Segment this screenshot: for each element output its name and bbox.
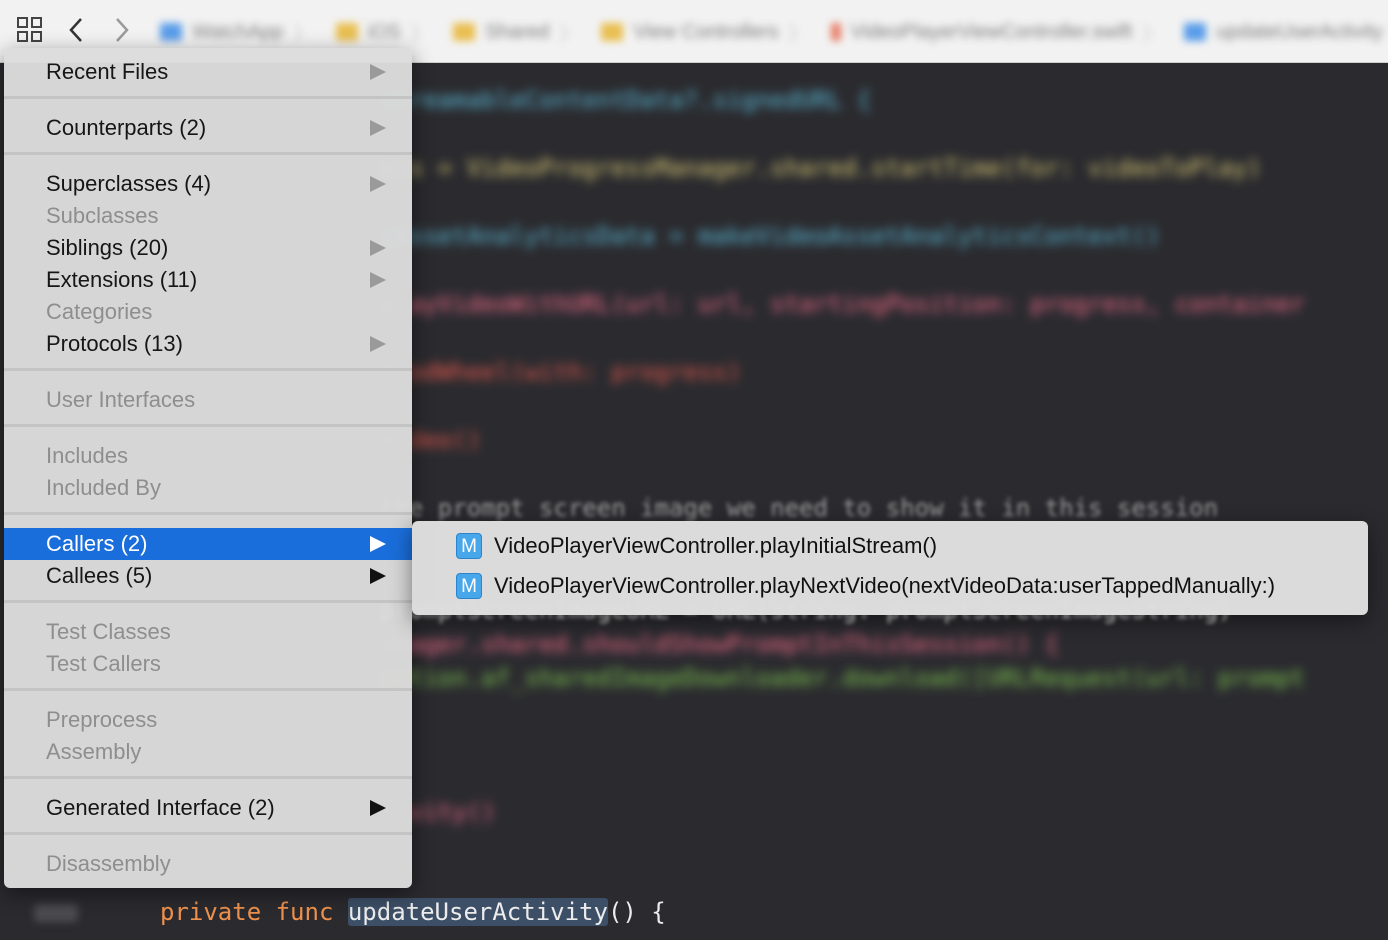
- menu-separator: [4, 832, 412, 835]
- breadcrumb: WatchApp 〉 iOS 〉 Shared 〉 View Controllers 〉…: [160, 18, 1388, 46]
- menu-item-callers[interactable]: Callers (2): [4, 528, 412, 560]
- menu-item-recent-files[interactable]: Recent Files: [4, 56, 412, 88]
- menu-item-categories: Categories: [46, 299, 153, 324]
- submenu-arrow-icon: [370, 64, 386, 80]
- submenu-arrow-icon: [370, 176, 386, 192]
- swift-file-icon: [830, 23, 841, 41]
- menu-item-subclasses: Subclasses: [46, 203, 159, 228]
- code-line: anager.shared.shouldShowPromptInThisSess…: [380, 630, 1060, 658]
- code-line: ess = VideoProgressManager.shared.startT…: [380, 154, 1262, 182]
- menu-separator: [4, 776, 412, 779]
- method-icon: M: [456, 573, 482, 599]
- project-icon: [160, 23, 182, 41]
- caller-item-label: VideoPlayerViewController.playInitialStr…: [494, 533, 938, 558]
- code-line: playVideoWithURL(url: url, startingPosit…: [380, 290, 1305, 318]
- menu-separator: [4, 688, 412, 691]
- related-items-menu: Recent Files Counterparts (2) Superclass…: [4, 48, 412, 888]
- menu-item-disassembly: Disassembly: [46, 851, 171, 876]
- breadcrumb-group-view-controllers[interactable]: View Controllers 〉: [601, 18, 809, 47]
- code-line-function-declaration: private func updateUserActivity() {: [160, 898, 666, 926]
- method-icon: M: [456, 533, 482, 559]
- callers-submenu: M VideoPlayerViewController.playInitialS…: [412, 521, 1368, 615]
- submenu-arrow-icon: [370, 536, 386, 552]
- submenu-arrow-icon: [370, 272, 386, 288]
- method-icon: [1184, 23, 1207, 41]
- related-items-icon[interactable]: [16, 16, 44, 44]
- menu-item-extensions[interactable]: Extensions (11): [4, 264, 412, 296]
- menu-item-user-interfaces: User Interfaces: [46, 387, 196, 412]
- folder-icon: [601, 23, 624, 41]
- code-line: yAssetAnalyticsData = makeVideoAssetAnal…: [380, 222, 1161, 250]
- folder-icon: [335, 23, 358, 41]
- menu-item-protocols[interactable]: Protocols (13): [4, 328, 412, 360]
- menu-item-generated-interface[interactable]: Generated Interface (2): [4, 792, 412, 824]
- menu-item-assembly: Assembly: [46, 739, 142, 764]
- submenu-arrow-icon: [370, 120, 386, 136]
- menu-separator: [4, 424, 412, 427]
- caller-item-label: VideoPlayerViewController.playNextVideo(…: [494, 573, 1276, 598]
- breadcrumb-file[interactable]: VideoPlayerViewController.swift 〉: [830, 18, 1162, 47]
- menu-item-superclasses[interactable]: Superclasses (4): [4, 168, 412, 200]
- breadcrumb-group-ios[interactable]: iOS 〉: [335, 18, 431, 47]
- submenu-arrow-icon: [370, 336, 386, 352]
- menu-separator: [4, 368, 412, 371]
- menu-item-preprocess: Preprocess: [46, 707, 158, 732]
- menu-item-callees[interactable]: Callees (5): [4, 560, 412, 592]
- breadcrumb-project[interactable]: WatchApp 〉: [160, 18, 314, 47]
- line-number: [34, 904, 78, 922]
- breadcrumb-group-shared[interactable]: Shared 〉: [452, 18, 579, 47]
- menu-separator: [4, 512, 412, 515]
- menu-item-test-classes: Test Classes: [46, 619, 171, 644]
- menu-separator: [4, 96, 412, 99]
- menu-separator: [4, 600, 412, 603]
- menu-item-test-callers: Test Callers: [46, 651, 161, 676]
- forward-chevron-icon[interactable]: [112, 16, 132, 44]
- folder-icon: [452, 23, 475, 41]
- code-line: streamableContentData?.signedURL {: [380, 86, 872, 114]
- menu-item-includes: Includes: [46, 443, 128, 468]
- breadcrumb-method[interactable]: updateUserActivity: [1184, 21, 1383, 44]
- selected-symbol[interactable]: updateUserActivity: [347, 898, 608, 926]
- submenu-arrow-icon: [370, 568, 386, 584]
- caller-item[interactable]: M VideoPlayerViewController.playInitialS…: [456, 530, 937, 562]
- caller-item[interactable]: M VideoPlayerViewController.playNextVide…: [456, 570, 1275, 602]
- code-line: eption.af_sharedImageDownloader.download…: [380, 664, 1305, 692]
- menu-item-siblings[interactable]: Siblings (20): [4, 232, 412, 264]
- menu-item-counterparts[interactable]: Counterparts (2): [4, 112, 412, 144]
- back-chevron-icon[interactable]: [66, 16, 86, 44]
- code-comment: the prompt screen image we need to show …: [380, 494, 1219, 522]
- menu-separator: [4, 152, 412, 155]
- submenu-arrow-icon: [370, 240, 386, 256]
- menu-item-included-by: Included By: [46, 475, 161, 500]
- code-line: ProdWheel(with: progress): [380, 358, 742, 386]
- submenu-arrow-icon: [370, 800, 386, 816]
